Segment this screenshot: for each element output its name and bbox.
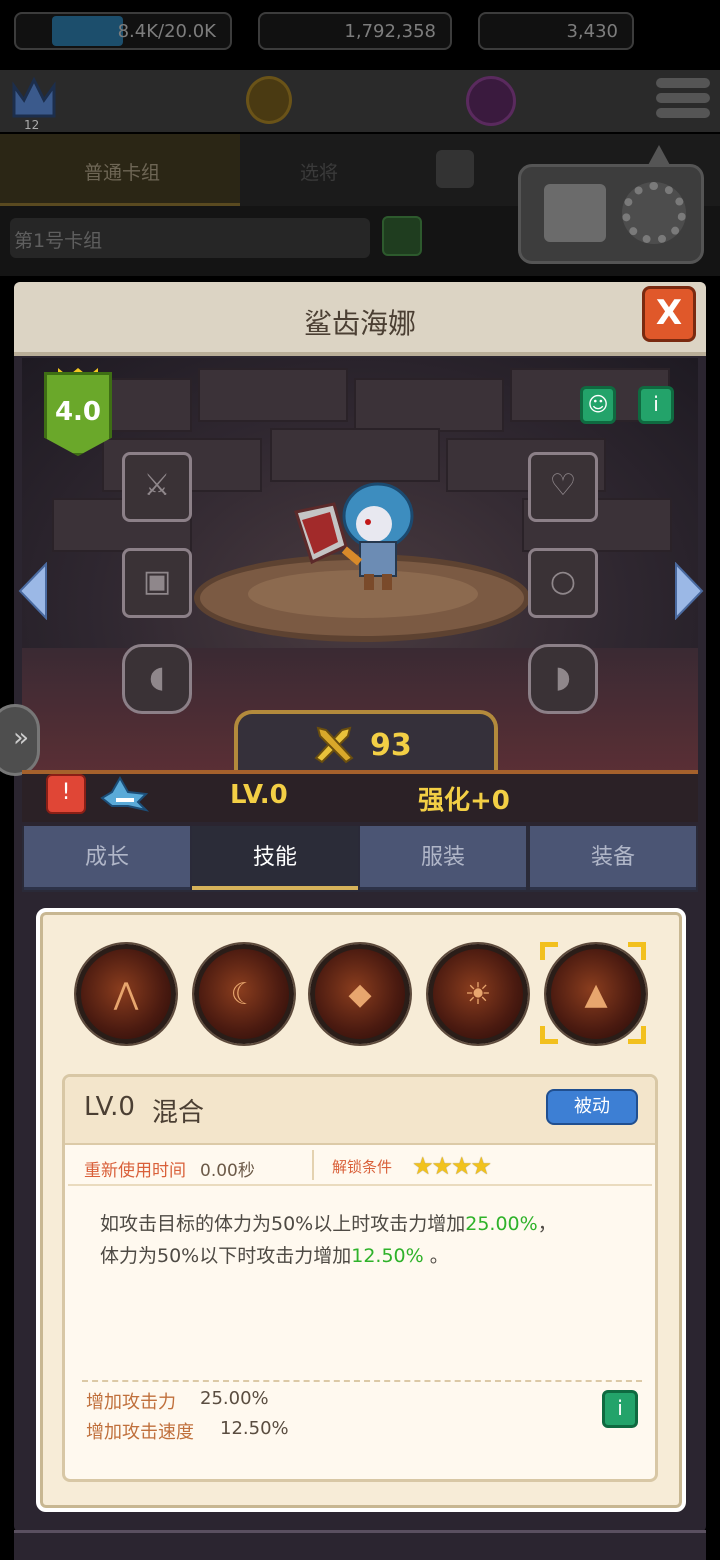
gem-value: 3,430: [566, 21, 618, 42]
energy-fill: [52, 16, 123, 46]
stat-info-icon[interactable]: i: [602, 1390, 638, 1428]
highlight-value: 25.00%: [465, 1213, 538, 1235]
hero-sprite: [294, 482, 414, 590]
armor-slot-icon[interactable]: ▣: [122, 548, 192, 618]
highlight-value: 12.50%: [351, 1245, 424, 1267]
deck-name-field[interactable]: 第1号卡组: [10, 218, 370, 258]
tab-equipment[interactable]: 装备: [530, 826, 696, 890]
tab-skills[interactable]: 技能: [192, 826, 358, 890]
energy-value: 8.4K/20.0K: [117, 21, 216, 42]
ring-slot-icon[interactable]: ○: [528, 548, 598, 618]
energy-display: 8.4K/20.0K: [14, 12, 232, 50]
next-hero-arrow-icon[interactable]: [674, 562, 704, 620]
unlock-stars-icon: ★★★★: [412, 1152, 492, 1180]
skill-name: 混合: [152, 1098, 205, 1128]
hat-slot-icon[interactable]: ◗: [528, 644, 598, 714]
shark-class-icon: [100, 775, 150, 812]
hero-enhance: 强化+0: [418, 786, 510, 816]
unlock-condition-label: 解锁条件: [332, 1158, 393, 1176]
necklace-slot-icon[interactable]: ♡: [528, 452, 598, 522]
grade-value: 4.0: [54, 397, 102, 427]
stat-value: 12.50%: [220, 1418, 289, 1439]
shoes-slot-icon[interactable]: ◖: [122, 644, 192, 714]
panel-header: 鲨齿海娜: [14, 282, 706, 356]
passive-badge: 被动: [546, 1089, 638, 1125]
skill-slot-3-icon[interactable]: ◆: [310, 944, 410, 1044]
gold-display: 1,792,358: [258, 12, 452, 50]
lock-icon[interactable]: [436, 150, 474, 188]
stat-value: 25.00%: [200, 1388, 269, 1409]
tab-second[interactable]: 选将: [300, 158, 338, 185]
panel-bottom: [14, 1530, 706, 1560]
divider: [312, 1150, 314, 1180]
selection-corner: [628, 942, 646, 960]
gold-value: 1,792,358: [344, 21, 436, 42]
side-expand-icon[interactable]: »: [0, 704, 40, 776]
tab-costume[interactable]: 服装: [360, 826, 526, 890]
gear-icon[interactable]: [622, 182, 686, 244]
skill-slot-2-icon[interactable]: ☾: [194, 944, 294, 1044]
edit-pencil-icon[interactable]: [382, 216, 422, 256]
hero-level: LV.0: [230, 780, 288, 810]
reuse-time-value: 0.00秒: [200, 1161, 255, 1181]
selection-corner: [540, 942, 558, 960]
skill-slot-4-icon[interactable]: ☀: [428, 944, 528, 1044]
crown-icon[interactable]: [10, 76, 58, 124]
gem-display: 3,430: [478, 12, 634, 50]
power-panel: [234, 710, 498, 776]
skill-slot-1-icon[interactable]: ⋀: [76, 944, 176, 1044]
calendar-icon[interactable]: [544, 184, 606, 242]
divider: [68, 1184, 652, 1186]
stat-label: 增加攻击力: [86, 1392, 176, 1413]
stats-divider: [82, 1380, 642, 1382]
rank-up-icon[interactable]: !: [46, 774, 86, 814]
selection-corner: [628, 1026, 646, 1044]
reuse-time-label: 重新使用时间: [84, 1161, 186, 1181]
close-button[interactable]: X: [642, 286, 696, 342]
stat-label: 增加攻击速度: [86, 1422, 194, 1443]
info-icon[interactable]: i: [638, 386, 674, 424]
skill-level: LV.0: [84, 1092, 135, 1122]
tab-normal-deck[interactable]: 普通卡组: [0, 134, 240, 206]
weapon-slot-icon[interactable]: ⚔: [122, 452, 192, 522]
selection-corner: [540, 1026, 558, 1044]
player-level: 12: [24, 118, 40, 132]
prev-hero-arrow-icon[interactable]: [18, 562, 48, 620]
tab-growth[interactable]: 成长: [24, 826, 190, 890]
costume-view-icon[interactable]: ☺: [580, 386, 616, 424]
gold-coin-icon[interactable]: [246, 76, 292, 124]
resource-bar: [0, 70, 720, 132]
tab-normal-deck-label: 普通卡组: [84, 162, 161, 184]
gem-icon[interactable]: [466, 76, 516, 126]
panel-title: 鲨齿海娜: [303, 307, 416, 340]
menu-icon[interactable]: [656, 78, 710, 126]
crossed-swords-icon: [314, 726, 354, 764]
skill-description: 如攻击目标的体力为50%以上时攻击力增加25.00%， 体力为50%以下时攻击力…: [100, 1213, 557, 1267]
power-value: 93: [370, 728, 412, 763]
